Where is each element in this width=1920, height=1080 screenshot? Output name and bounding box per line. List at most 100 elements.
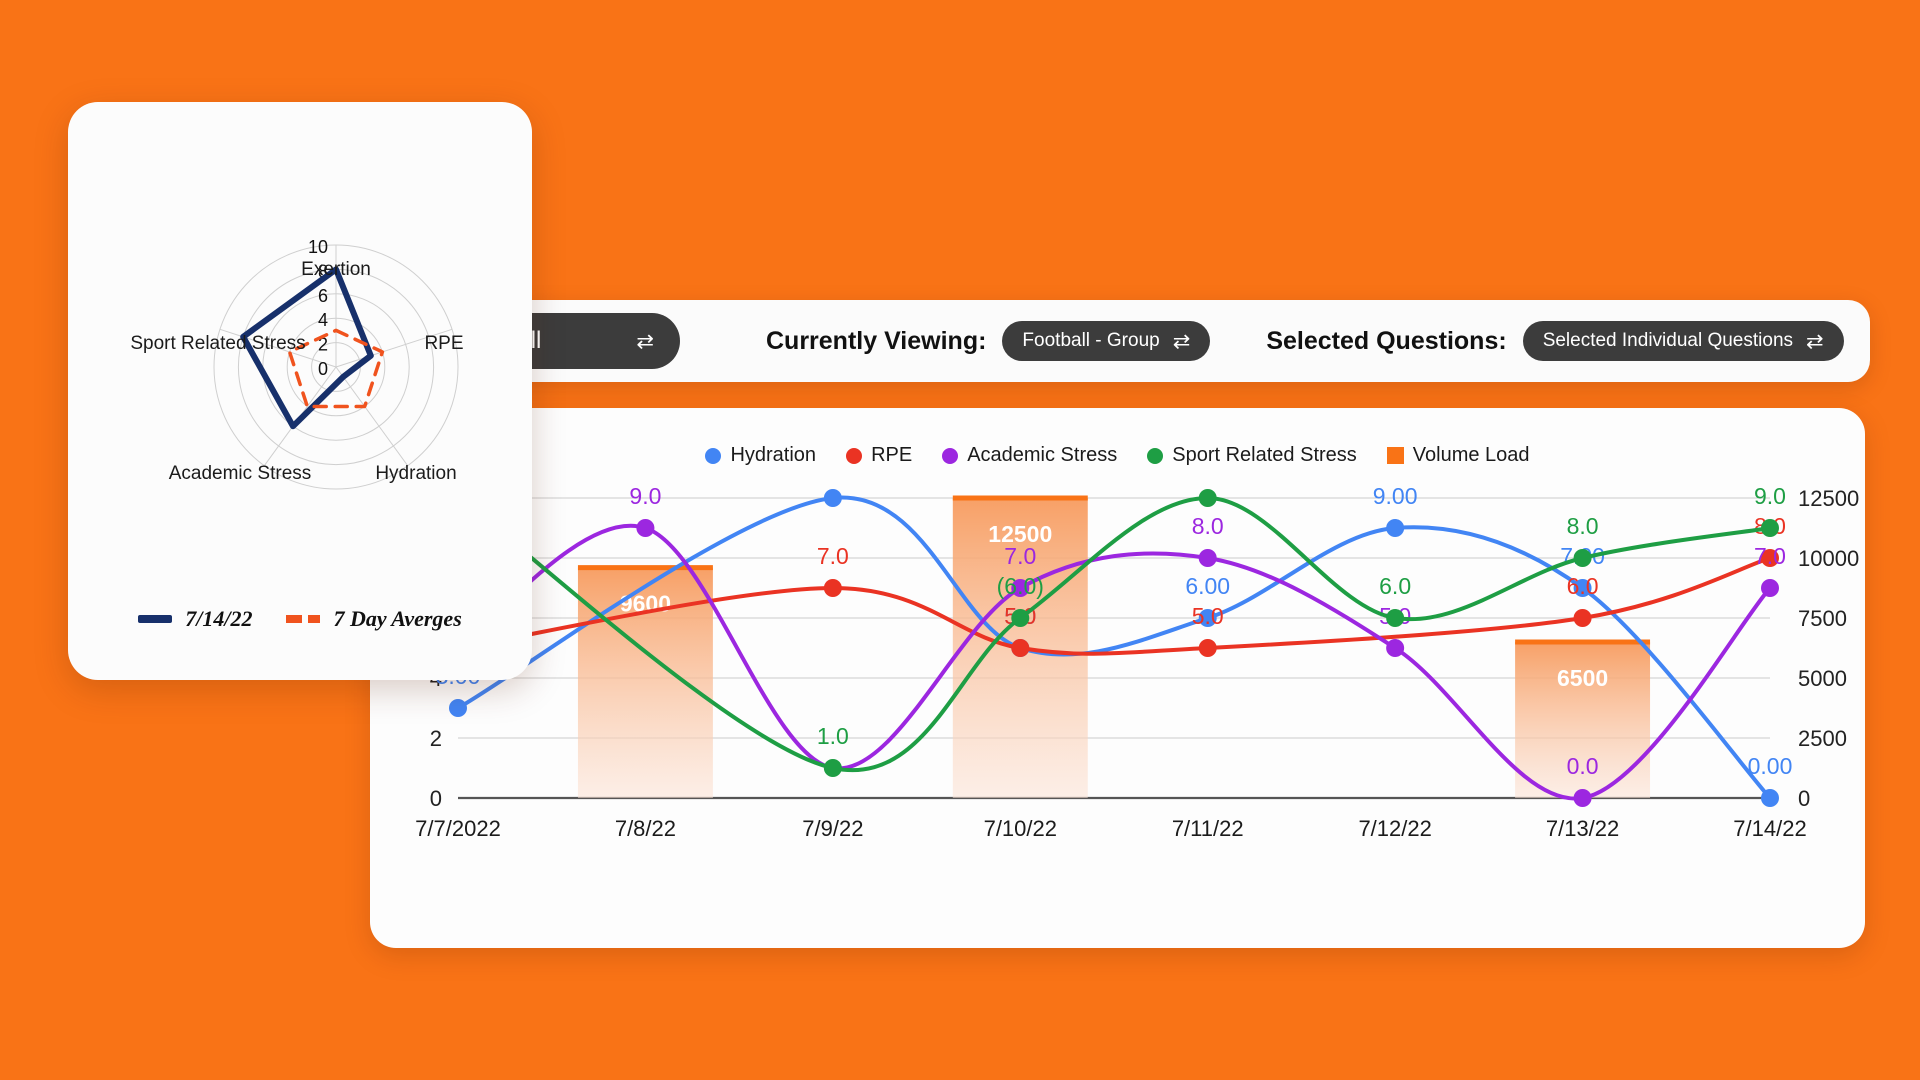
radar-svg: 0246810ExertionRPEHydrationAcademic Stre…: [130, 237, 464, 490]
chart-legend-item[interactable]: Academic Stress: [942, 444, 1117, 467]
left-axis-tick: 0: [430, 786, 442, 811]
currently-viewing-group: Currently Viewing: Football - Group ⇄: [766, 321, 1211, 361]
chart-legend-item[interactable]: Sport Related Stress: [1147, 444, 1357, 467]
right-axis-tick: 2500: [1798, 726, 1847, 751]
series-point[interactable]: [823, 489, 842, 507]
chart-legend-label: Hydration: [730, 444, 817, 466]
right-axis-tick: 12500: [1798, 486, 1859, 511]
series-point[interactable]: [1011, 609, 1030, 627]
series-value-label: 8.0: [1567, 513, 1599, 539]
series-point[interactable]: [1386, 609, 1405, 627]
series-value-label: 8.0: [1192, 513, 1224, 539]
chart-plot-area: 0250050007500100001250002468109600125006…: [370, 480, 1865, 880]
series-value-label: 1.0: [817, 723, 849, 749]
right-axis-tick: 5000: [1798, 666, 1847, 691]
series-point[interactable]: [1761, 789, 1779, 807]
series-point[interactable]: [449, 699, 467, 717]
radar-tick-label: 6: [318, 286, 328, 306]
volume-load-value-label: 6500: [1557, 665, 1608, 691]
radar-axis-label: Hydration: [375, 463, 456, 484]
radar-legend-item[interactable]: 7 Day Averges: [286, 606, 462, 632]
radar-tick-label: 10: [308, 237, 328, 257]
currently-viewing-pill[interactable]: Football - Group ⇄: [1002, 321, 1211, 361]
series-value-label: 0.00: [1748, 753, 1793, 779]
x-axis-tick-label: 7/8/22: [615, 816, 676, 841]
chart-legend-label: Volume Load: [1412, 444, 1530, 466]
legend-square-icon: [1386, 447, 1404, 464]
left-axis-tick: 2: [430, 726, 442, 751]
legend-dot-icon: [1147, 447, 1164, 464]
x-axis-tick-label: 7/7/2022: [415, 816, 501, 841]
series-value-label: 7.0: [1004, 543, 1036, 569]
x-axis-tick-label: 7/11/22: [1172, 816, 1244, 841]
series-point[interactable]: [1573, 789, 1592, 807]
series-point[interactable]: [1761, 579, 1779, 597]
radar-axis-label: RPE: [424, 333, 463, 354]
series-value-label: (6.0): [997, 573, 1044, 599]
series-point[interactable]: [1198, 489, 1217, 507]
selected-questions-label: Selected Questions:: [1266, 326, 1507, 355]
series-point[interactable]: [1198, 639, 1217, 657]
series-point[interactable]: [1386, 639, 1405, 657]
swap-icon: ⇄: [1806, 329, 1824, 353]
series-point[interactable]: [636, 519, 655, 537]
selected-questions-pill[interactable]: Selected Individual Questions ⇄: [1522, 321, 1844, 361]
series-point[interactable]: [1573, 549, 1592, 567]
radar-tick-label: 0: [318, 359, 328, 379]
selected-questions-group: Selected Questions: Selected Individual …: [1266, 321, 1844, 361]
x-axis-tick-label: 7/13/22: [1546, 816, 1619, 841]
radar-legend: 7/14/22 7 Day Averges: [68, 606, 532, 632]
right-axis-tick: 7500: [1798, 606, 1847, 631]
timeseries-chart-card: Hydration RPE Academic Stress Sport Related…: [370, 408, 1865, 948]
dashed-line-swatch-icon: [286, 615, 321, 623]
swap-icon: ⇄: [1172, 329, 1191, 353]
radar-legend-item[interactable]: 7/14/22: [138, 606, 252, 632]
selected-questions-value: Selected Individual Questions: [1542, 330, 1794, 351]
radar-axis-label: Exertion: [301, 259, 371, 280]
series-point[interactable]: [1761, 519, 1779, 537]
series-point[interactable]: [823, 579, 842, 597]
timeseries-svg: 0250050007500100001250002468109600125006…: [415, 483, 1859, 841]
series-value-label: 6.0: [1567, 573, 1599, 599]
series-value-label: 9.0: [1754, 483, 1786, 509]
top-toolbar: Football ⇄ Currently Viewing: Football -…: [380, 300, 1870, 382]
series-value-label: 0.0: [1567, 753, 1599, 779]
series-value-label: 7.0: [1754, 543, 1786, 569]
series-point[interactable]: [1573, 609, 1592, 627]
radar-axis-label: Sport Related Stress: [130, 333, 305, 354]
chart-legend: Hydration RPE Academic Stress Sport Related…: [370, 444, 1865, 467]
series-point[interactable]: [1386, 519, 1405, 537]
chart-legend-label: Academic Stress: [967, 444, 1118, 466]
chart-legend-item[interactable]: Hydration: [705, 444, 816, 467]
x-axis-tick-label: 7/14/22: [1733, 816, 1806, 841]
legend-dot-icon: [705, 447, 722, 464]
x-axis-tick-label: 7/10/22: [984, 816, 1057, 841]
series-value-label: 7.0: [817, 543, 849, 569]
legend-dot-icon: [846, 447, 863, 464]
series-value-label: 6.0: [1379, 573, 1411, 599]
x-axis-tick-label: 7/9/22: [802, 816, 863, 841]
series-point[interactable]: [1198, 549, 1217, 567]
right-axis-tick: 10000: [1798, 546, 1859, 571]
series-point[interactable]: [1011, 639, 1030, 657]
series-value-label: 6.00: [1185, 573, 1230, 599]
currently-viewing-label: Currently Viewing:: [766, 326, 987, 355]
chart-legend-label: RPE: [871, 444, 913, 466]
chart-legend-item[interactable]: RPE: [846, 444, 912, 467]
series-value-label: 9.0: [629, 483, 661, 509]
chart-legend-label: Sport Related Stress: [1172, 444, 1357, 466]
radar-axis-label: Academic Stress: [169, 463, 312, 484]
series-value-label: 5.0: [1192, 603, 1224, 629]
right-axis-tick: 0: [1798, 786, 1810, 811]
radar-chart-card: 0 2 4 6 8 10 Exertion RPE Hydration Academic Stre…: [68, 102, 532, 680]
line-swatch-icon: [138, 615, 173, 623]
series-point[interactable]: [823, 759, 842, 777]
x-axis-tick-label: 7/12/22: [1358, 816, 1431, 841]
swap-icon: ⇄: [636, 329, 654, 353]
radar-legend-label: 7/14/22: [185, 606, 253, 631]
legend-dot-icon: [942, 447, 959, 464]
radar-legend-label: 7 Day Averges: [333, 606, 462, 631]
chart-legend-item[interactable]: Volume Load: [1386, 444, 1530, 467]
series-value-label: 9.00: [1373, 483, 1418, 509]
radar-tick-label: 4: [318, 310, 328, 330]
